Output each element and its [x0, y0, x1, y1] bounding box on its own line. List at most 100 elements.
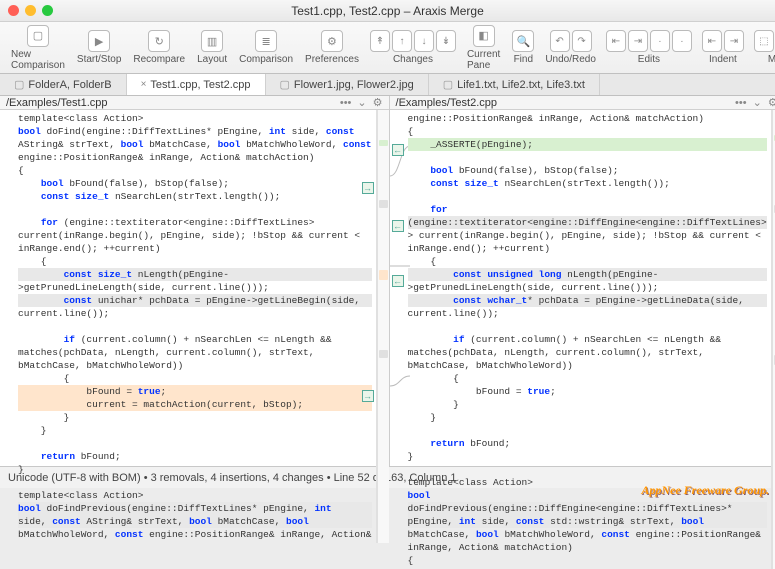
code-line: template<class Action>: [18, 112, 372, 125]
window-title: Test1.cpp, Test2.cpp – Araxis Merge: [0, 4, 775, 18]
code-line: [408, 151, 767, 164]
start-stop-button[interactable]: ▶Start/Stop: [72, 28, 126, 67]
code-line: for (engine::textiterator<engine::DiffTe…: [18, 216, 372, 229]
toolbar: ▢New Comparison ▶Start/Stop ↻Recompare ▥…: [0, 22, 775, 74]
current-pane-button[interactable]: ◧Current Pane: [462, 23, 505, 73]
left-pane-header: /Examples/Test1.cpp ••• ⌄ ⚙: [0, 96, 389, 110]
changes-group[interactable]: ↟↑↓↡Changes: [366, 28, 460, 67]
gear-icon[interactable]: ⚙: [373, 96, 383, 109]
titlebar: Test1.cpp, Test2.cpp – Araxis Merge: [0, 0, 775, 22]
code-line: const size_t nSearchLen(strText.length()…: [408, 177, 767, 190]
code-line: }: [408, 411, 767, 424]
tab-0[interactable]: ▢ FolderA, FolderB: [0, 74, 127, 95]
code-line: _ASSERTE(pEngine);: [408, 138, 767, 151]
toolbar-label: Preferences: [305, 54, 359, 65]
code-line: doFindPrevious(engine::DiffEngine<engine…: [408, 502, 767, 515]
code-line: inRange.end(); ++current): [18, 242, 372, 255]
undo-redo-group[interactable]: ↶↷Undo/Redo: [541, 28, 600, 67]
merge-left-marker[interactable]: ←: [392, 144, 404, 156]
tab-1[interactable]: ×Test1.cpp, Test2.cpp: [127, 74, 266, 95]
tab-bar: ▢FolderA, FolderB×Test1.cpp, Test2.cpp▢F…: [0, 74, 775, 96]
code-line: return bFound;: [408, 437, 767, 450]
gear-icon[interactable]: ⚙: [768, 96, 775, 109]
code-line: }: [18, 463, 372, 476]
file-icon: ▢: [14, 78, 24, 91]
code-line: bool: [408, 489, 767, 502]
code-line: > current(inRange.begin(), pEngine, side…: [408, 229, 767, 242]
tab-label: Life1.txt, Life2.txt, Life3.txt: [457, 79, 585, 91]
code-line: bool doFindPrevious(engine::DiffTextLine…: [18, 502, 372, 515]
find-button[interactable]: 🔍Find: [507, 28, 539, 67]
code-line: [408, 320, 767, 333]
merge-left-marker[interactable]: ←: [392, 220, 404, 232]
more-icon[interactable]: •••: [735, 97, 747, 109]
code-line: const size_t nSearchLen(strText.length()…: [18, 190, 372, 203]
code-line: bMatchCase, bMatchWholeWord)): [18, 359, 372, 372]
merge-left-marker[interactable]: ←: [392, 275, 404, 287]
code-line: AString& strText, bool bMatchCase, bool …: [18, 138, 372, 151]
tab-2[interactable]: ▢Flower1.jpg, Flower2.jpg: [266, 74, 429, 95]
code-line: bMatchCase, bool bMatchWholeWord, const …: [408, 528, 767, 541]
tab-label: Test1.cpp, Test2.cpp: [150, 79, 250, 91]
code-line: current.line());: [18, 307, 372, 320]
tab-label: FolderA, FolderB: [28, 79, 111, 91]
layout-button[interactable]: ▥Layout: [192, 28, 232, 67]
code-line: return bFound;: [18, 450, 372, 463]
close-tab-icon[interactable]: ×: [141, 79, 147, 90]
code-line: bool bFound(false), bStop(false);: [18, 177, 372, 190]
code-line: }: [18, 424, 372, 437]
code-line: const wchar_t* pchData = pEngine->getLin…: [408, 294, 767, 307]
indent-group[interactable]: ⇤⇥Indent: [698, 28, 748, 67]
code-line: engine::PositionRange& inRange, Action& …: [18, 151, 372, 164]
new-comparison-button[interactable]: ▢New Comparison: [6, 23, 70, 73]
toolbar-label: Comparison: [239, 54, 293, 65]
file-icon: ▢: [280, 78, 290, 91]
code-line: [18, 476, 372, 489]
left-pane: /Examples/Test1.cpp ••• ⌄ ⚙ template<cla…: [0, 96, 390, 466]
merging-group[interactable]: ⬚⬚⬚Merging: [750, 28, 775, 67]
edits-group[interactable]: ⇤⇥··Edits: [602, 28, 696, 67]
toolbar-label: Layout: [197, 54, 227, 65]
right-code[interactable]: engine::PositionRange& inRange, Action& …: [390, 110, 771, 569]
code-line: bFound = true;: [408, 385, 767, 398]
file-icon: ▢: [443, 78, 453, 91]
code-line: >getPrunedLineLength(side, current.line(…: [408, 281, 767, 294]
right-pane: /Examples/Test2.cpp ••• ⌄ ⚙ engine::Posi…: [390, 96, 775, 466]
code-line: }: [408, 398, 767, 411]
code-line: bool bFound(false), bStop(false);: [408, 164, 767, 177]
code-line: [18, 437, 372, 450]
tab-3[interactable]: ▢ Life1.txt, Life2.txt, Life3.txt: [429, 74, 600, 95]
recompare-button[interactable]: ↻Recompare: [128, 28, 190, 67]
code-line: const unsigned long nLength(pEngine-: [408, 268, 767, 281]
code-line: {: [408, 255, 767, 268]
comparison-button[interactable]: ≣Comparison: [234, 28, 298, 67]
chevron-down-icon[interactable]: ⌄: [357, 96, 366, 109]
preferences-button[interactable]: ⚙Preferences: [300, 28, 364, 67]
chevron-down-icon[interactable]: ⌄: [753, 96, 762, 109]
toolbar-label: Start/Stop: [77, 54, 121, 65]
code-line: matches(pchData, nLength, current.column…: [408, 346, 767, 359]
code-line: side, const AString& strText, bool bMatc…: [18, 515, 372, 528]
code-line: const unichar* pchData = pEngine->getLin…: [18, 294, 372, 307]
code-line: {: [408, 554, 767, 567]
toolbar-label: Edits: [638, 54, 660, 65]
code-line: [18, 320, 372, 333]
code-line: (engine::textiterator<engine::DiffEngine…: [408, 216, 767, 229]
more-icon[interactable]: •••: [340, 97, 352, 109]
code-line: bFound = true;: [18, 385, 372, 398]
toolbar-label: Recompare: [133, 54, 185, 65]
code-line: bMatchCase, bMatchWholeWord)): [408, 359, 767, 372]
toolbar-label: Changes: [393, 54, 433, 65]
right-file-path: /Examples/Test2.cpp: [396, 97, 730, 109]
code-line: {: [18, 372, 372, 385]
toolbar-label: Merging: [768, 54, 775, 65]
merge-right-marker[interactable]: →: [362, 390, 374, 402]
left-code[interactable]: template<class Action>bool doFind(engine…: [0, 110, 376, 543]
toolbar-label: Current Pane: [467, 49, 500, 71]
merge-right-marker[interactable]: →: [362, 182, 374, 194]
diff-panes: /Examples/Test1.cpp ••• ⌄ ⚙ template<cla…: [0, 96, 775, 466]
code-line: [408, 463, 767, 476]
code-line: current(inRange.begin(), pEngine, side);…: [18, 229, 372, 242]
code-line: for: [408, 203, 767, 216]
left-overview-ruler[interactable]: [377, 110, 389, 543]
